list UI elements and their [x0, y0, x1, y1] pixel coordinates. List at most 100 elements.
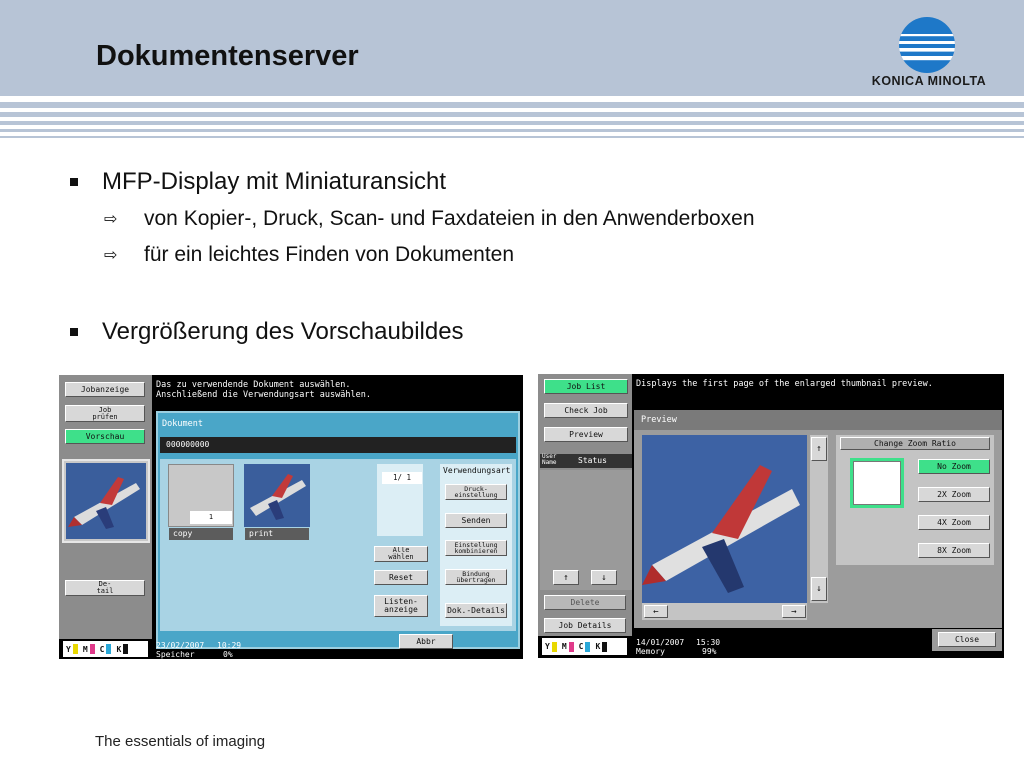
scroll-preview-down-button[interactable]: ↓ [811, 577, 827, 601]
close-button[interactable]: Close [938, 632, 996, 647]
zoom-preview-box [853, 461, 901, 505]
toner-m-bar [568, 641, 574, 652]
brand-logo: KONICA MINOLTA [866, 16, 992, 92]
sub-bullet-text: für ein leichtes Finden von Dokumenten [144, 243, 515, 266]
jet-image [66, 463, 146, 539]
dok-details-button[interactable]: Dok.-Details [445, 603, 507, 618]
column-user-name: User Name [542, 453, 557, 466]
thumbnail-print[interactable] [244, 464, 310, 527]
instruction-message: Displays the first page of the enlarged … [636, 379, 933, 389]
abbr-button[interactable]: Abbr [399, 634, 453, 649]
footer-tagline: The essentials of imaging [95, 733, 266, 750]
scroll-right-button[interactable]: → [782, 605, 806, 618]
instruction-message: Das zu verwendende Dokument auswählen. A… [156, 380, 371, 400]
memory-value: 0% [223, 650, 233, 659]
scroll-left-button[interactable]: ← [644, 605, 668, 618]
toner-k-label: K [116, 644, 122, 654]
toner-c-bar [585, 641, 591, 652]
zoom-ratio-title: Change Zoom Ratio [840, 437, 990, 450]
toner-c-bar [106, 644, 112, 654]
sidebar-item-jobanzeige[interactable]: Jobanzeige [65, 382, 145, 397]
header-stripe [0, 112, 1024, 117]
bindung-uebertragen-button[interactable]: Bindung übertragen [445, 569, 507, 585]
listenanzeige-button[interactable]: Listen- anzeige [374, 595, 428, 617]
arrow-up-icon: ↑ [816, 444, 822, 454]
panel-title: Preview [641, 415, 677, 425]
toner-y-bar [551, 641, 557, 652]
header-stripe [0, 136, 1024, 138]
arrow-right-icon: ⇨ [104, 247, 118, 264]
toner-m-bar [89, 644, 95, 654]
2x-zoom-button[interactable]: 2X Zoom [918, 487, 990, 502]
scroll-up-button[interactable]: ↑ [553, 570, 579, 585]
job-details-button[interactable]: Job Details [544, 618, 626, 633]
thumbnail-label-print: print [245, 528, 309, 540]
toner-k-bar [123, 644, 129, 654]
no-zoom-button[interactable]: No Zoom [918, 459, 990, 474]
sidebar-item-check-job[interactable]: Check Job [544, 403, 628, 418]
arrow-right-icon: → [791, 606, 797, 617]
thumbnail-page-label: 1 [190, 511, 232, 524]
header-stripe [0, 121, 1024, 125]
enlarged-preview-image [642, 435, 807, 603]
status-date: 23/02/2007 [156, 641, 205, 650]
8x-zoom-button[interactable]: 8X Zoom [918, 543, 990, 558]
arrow-down-icon: ↓ [816, 584, 822, 594]
arrow-right-icon: ⇨ [104, 211, 118, 228]
delete-button[interactable]: Delete [544, 595, 626, 610]
sidebar-item-vorschau[interactable]: Vorschau [65, 429, 145, 444]
alle-waehlen-button[interactable]: Alle wählen [374, 546, 428, 562]
column-status: Status [578, 456, 607, 465]
sidebar-item-job-pruefen[interactable]: Job prüfen [65, 405, 145, 422]
zoom-preview-frame [850, 458, 904, 508]
toner-y-bar [72, 644, 78, 654]
slide-title: Dokumentenserver [96, 40, 359, 72]
toner-y-label: Y [545, 642, 550, 651]
detail-button[interactable]: De- tail [65, 580, 145, 596]
bullet-text: MFP-Display mit Miniaturansicht [102, 168, 447, 195]
toner-k-bar [602, 641, 608, 652]
brand-name: KONICA MINOLTA [871, 74, 987, 88]
arrow-down-icon: ↓ [601, 572, 607, 583]
toner-k-label: K [595, 642, 601, 651]
toner-c-label: C [99, 644, 105, 654]
mfp-screen-documents: Jobanzeige Job prüfen Vorschau De- tail … [59, 375, 523, 659]
header-stripe [0, 102, 1024, 108]
usage-header: Verwendungsart [443, 466, 511, 475]
toner-m-label: M [82, 644, 88, 654]
memory-value: 99% [702, 647, 717, 656]
einstellung-kombinieren-button[interactable]: Einstellung kombinieren [445, 540, 507, 556]
panel-title: Dokument [162, 419, 203, 429]
druck-einstellung-button[interactable]: Druck- einstellung [445, 484, 507, 500]
box-number-field [160, 437, 516, 453]
bullet-square-icon [70, 178, 78, 186]
bullet-text: Vergrößerung des Vorschaubildes [102, 318, 464, 345]
sidebar-item-job-list[interactable]: Job List [544, 379, 628, 394]
memory-label: Memory [636, 647, 665, 656]
jet-image [642, 435, 807, 603]
sub-bullet-text: von Kopier-, Druck, Scan- und Faxdateien… [144, 207, 755, 230]
senden-button[interactable]: Senden [445, 513, 507, 528]
bullet-item: Vergrößerung des Vorschaubildes [70, 318, 464, 346]
thumbnail-label-copy: copy [169, 528, 233, 540]
toner-y-label: Y [66, 644, 71, 654]
jet-thumbnail [66, 463, 146, 539]
reset-button[interactable]: Reset [374, 570, 428, 585]
status-time: 10:29 [217, 641, 242, 650]
status-date: 14/01/2007 [636, 638, 685, 647]
page-counter: 1/ 1 [382, 472, 422, 484]
arrow-left-icon: ← [653, 606, 659, 617]
scroll-preview-up-button[interactable]: ↑ [811, 437, 827, 461]
scroll-down-button[interactable]: ↓ [591, 570, 617, 585]
toner-c-label: C [578, 642, 584, 651]
preview-panel-titlebar [634, 410, 1002, 430]
sidebar-item-preview[interactable]: Preview [544, 427, 628, 442]
bullet-square-icon [70, 328, 78, 336]
4x-zoom-button[interactable]: 4X Zoom [918, 515, 990, 530]
toner-levels: Y M C K [542, 638, 627, 655]
arrow-up-icon: ↑ [563, 572, 569, 583]
jet-image [244, 464, 310, 527]
header-stripe [0, 129, 1024, 132]
toner-levels: Y M C K [63, 641, 148, 657]
bullet-item: MFP-Display mit Miniaturansicht [70, 168, 446, 196]
